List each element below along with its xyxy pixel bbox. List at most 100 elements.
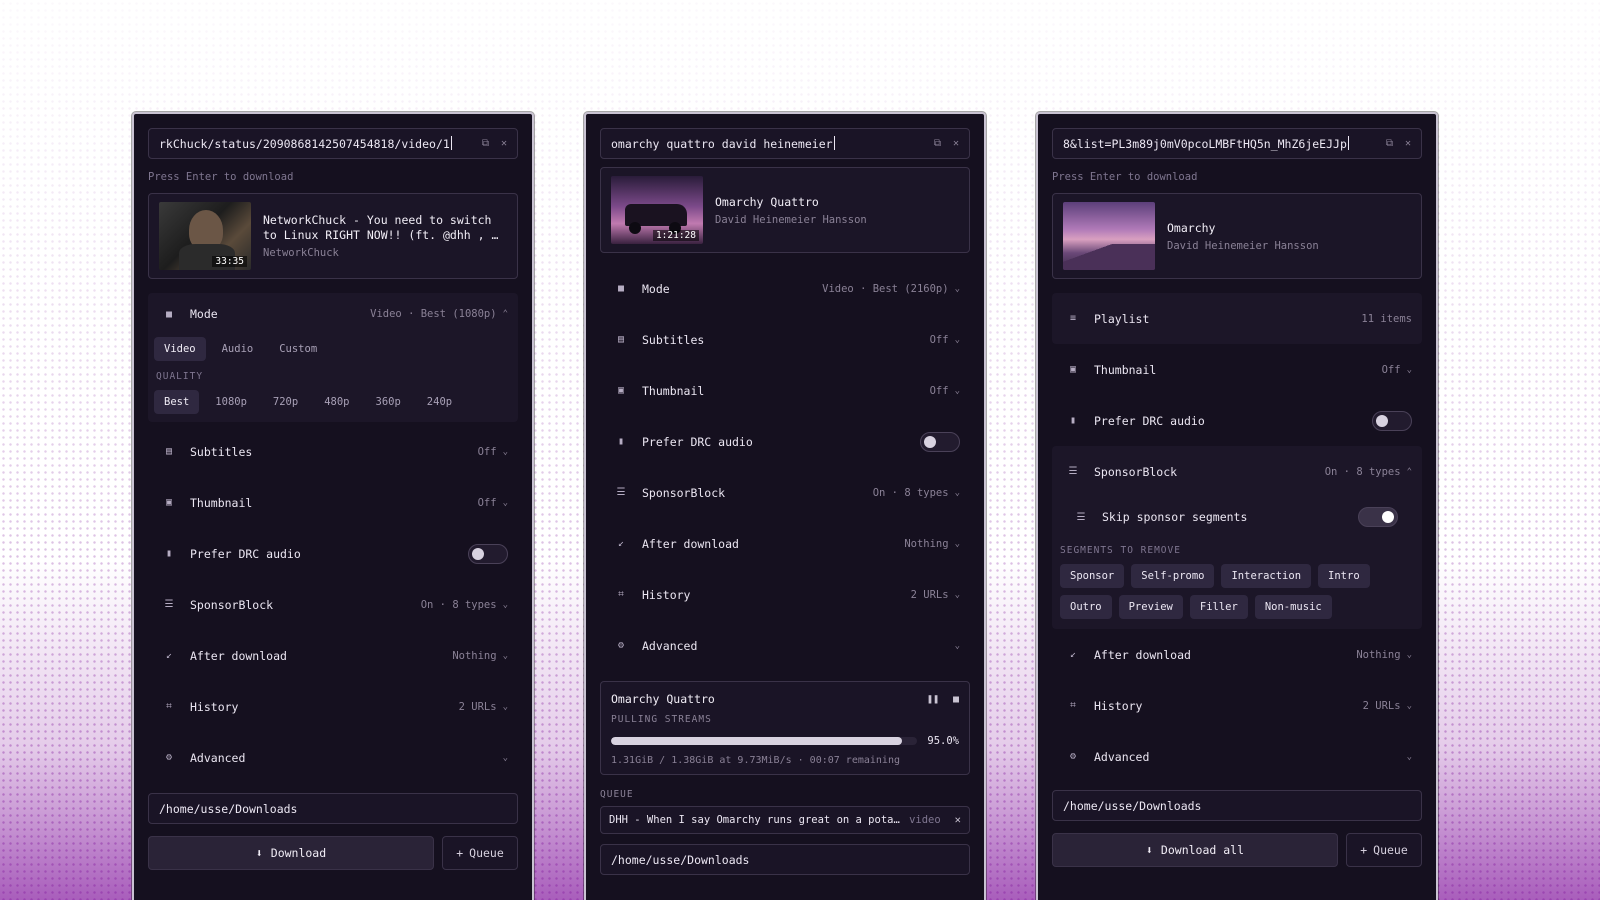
text-caret [1347, 136, 1349, 150]
download-panel-right: 8&list=PL3m89j0mV0pcoLMBFtHQ5n_MhZ6jeEJJ… [1036, 112, 1438, 900]
quality-240p[interactable]: 240p [417, 390, 462, 414]
subtitles-row[interactable]: ▤ Subtitles Off ⌄ [148, 426, 518, 477]
playlist-row[interactable]: ≡ Playlist 11 items [1052, 293, 1422, 344]
chevron-down-icon: ⌄ [954, 487, 960, 498]
plus-icon: + [456, 846, 464, 860]
media-card[interactable]: 1:21:28 Omarchy Quattro David Heinemeier… [600, 167, 970, 253]
subtitles-label: Subtitles [190, 444, 253, 459]
quality-best[interactable]: Best [154, 390, 200, 414]
sponsorblock-row[interactable]: ☰ SponsorBlock On · 8 types ⌄ [600, 467, 970, 518]
pause-icon[interactable]: ❚❚ [927, 694, 939, 705]
media-card[interactable]: 33:35 NetworkChuck - You need to switch … [148, 193, 518, 279]
search-input[interactable]: omarchy quattro david heinemeier ⧉ ✕ [600, 128, 970, 159]
subtitles-label: Subtitles [642, 332, 705, 347]
chip-non-music[interactable]: Non-music [1254, 595, 1332, 619]
image-icon: ▣ [617, 385, 625, 396]
close-icon[interactable]: ✕ [501, 138, 507, 149]
queue-button[interactable]: + Queue [1346, 833, 1422, 867]
toggle-knob [1382, 511, 1394, 523]
chip-self-promo[interactable]: Self-promo [1131, 564, 1215, 588]
thumbnail-row[interactable]: ▣ Thumbnail Off ⌄ [600, 365, 970, 416]
close-icon[interactable]: ✕ [1405, 138, 1411, 149]
drc-audio-toggle[interactable] [1372, 410, 1412, 431]
chip-filler[interactable]: Filler [1189, 595, 1248, 619]
queue-item[interactable]: DHH - When I say Omarchy runs great on a… [600, 806, 970, 834]
skip-segments-toggle[interactable] [1358, 507, 1398, 527]
drc-audio-label: Prefer DRC audio [190, 546, 301, 561]
progress-bar-fill [611, 737, 903, 745]
stop-icon[interactable]: ■ [953, 694, 959, 705]
chip-outro[interactable]: Outro [1060, 595, 1112, 619]
download-button-label: Download [270, 846, 327, 860]
chevron-down-icon: ⌄ [1406, 700, 1412, 711]
download-button[interactable]: ⬇ Download [148, 836, 434, 870]
list-icon: ☰ [164, 599, 174, 610]
sponsorblock-row[interactable]: ☰ SponsorBlock On · 8 types ⌄ [148, 579, 518, 630]
quality-720p[interactable]: 720p [263, 390, 308, 414]
thumbnail-row[interactable]: ▣ Thumbnail Off ⌄ [148, 477, 518, 528]
sponsorblock-value: On · 8 types [872, 486, 949, 499]
quality-360p[interactable]: 360p [366, 390, 411, 414]
history-row[interactable]: ⌗ History 2 URLs ⌄ [1052, 680, 1422, 731]
queue-button-label: Queue [1373, 843, 1408, 857]
chip-preview[interactable]: Preview [1118, 595, 1183, 619]
tab-audio[interactable]: Audio [212, 337, 264, 361]
gear-icon: ⚙ [1069, 751, 1077, 762]
video-thumbnail: 1:21:28 [611, 176, 703, 244]
thumbnail-row[interactable]: ▣ Thumbnail Off ⌄ [1052, 344, 1422, 395]
advanced-row[interactable]: ⚙ Advanced ⌄ [600, 620, 970, 671]
copy-icon[interactable]: ⧉ [1386, 138, 1393, 149]
history-label: History [1094, 698, 1143, 713]
sponsorblock-row[interactable]: ☰ SponsorBlock On · 8 types ⌃ [1052, 446, 1422, 497]
download-path-value: /home/usse/Downloads [611, 852, 750, 867]
download-all-button-label: Download all [1160, 843, 1245, 857]
quality-1080p[interactable]: 1080p [205, 390, 257, 414]
after-download-row[interactable]: ↙ After download Nothing ⌄ [1052, 629, 1422, 680]
tab-custom[interactable]: Custom [269, 337, 327, 361]
history-value: 2 URLs [1362, 699, 1401, 712]
gear-icon: ⚙ [165, 752, 173, 763]
chevron-down-icon: ⌄ [502, 497, 508, 508]
toggle-knob [1376, 414, 1388, 427]
history-row[interactable]: ⌗ History 2 URLs ⌄ [148, 681, 518, 732]
chip-interaction[interactable]: Interaction [1221, 564, 1312, 588]
after-download-label: After download [1094, 647, 1191, 662]
chevron-down-icon: ⌄ [502, 650, 508, 661]
close-icon[interactable]: ✕ [955, 814, 961, 826]
download-path-input[interactable]: /home/usse/Downloads [1052, 790, 1422, 821]
history-icon: ⌗ [1070, 700, 1076, 711]
download-path-input[interactable]: /home/usse/Downloads [148, 793, 518, 824]
history-row[interactable]: ⌗ History 2 URLs ⌄ [600, 569, 970, 620]
chip-intro[interactable]: Intro [1318, 564, 1370, 588]
channel-name: David Heinemeier Hansson [1167, 239, 1319, 252]
progress-status: PULLING STREAMS [611, 714, 712, 725]
url-input[interactable]: 8&list=PL3m89j0mV0pcoLMBFtHQ5n_MhZ6jeEJJ… [1052, 128, 1422, 159]
after-download-value: Nothing [1356, 648, 1401, 661]
close-icon[interactable]: ✕ [953, 138, 959, 149]
subtitles-row[interactable]: ▤ Subtitles Off ⌄ [600, 314, 970, 365]
enter-hint: Press Enter to download [1052, 171, 1198, 183]
tab-video[interactable]: Video [154, 337, 206, 361]
after-download-label: After download [190, 648, 287, 663]
download-path-input[interactable]: /home/usse/Downloads [600, 844, 970, 875]
mode-row[interactable]: ■ Mode Video · Best (2160p) ⌄ [600, 263, 970, 314]
list-icon: ☰ [616, 487, 626, 498]
chip-sponsor[interactable]: Sponsor [1060, 564, 1125, 588]
advanced-row[interactable]: ⚙ Advanced ⌄ [148, 732, 518, 783]
playlist-card[interactable]: Omarchy David Heinemeier Hansson [1052, 193, 1422, 279]
quality-480p[interactable]: 480p [314, 390, 359, 414]
url-input[interactable]: rkChuck/status/2090868142507454818/video… [148, 128, 518, 159]
drc-audio-toggle[interactable] [468, 543, 508, 564]
download-panel-left: rkChuck/status/2090868142507454818/video… [132, 112, 534, 900]
copy-icon[interactable]: ⧉ [934, 138, 941, 149]
after-download-row[interactable]: ↙ After download Nothing ⌄ [600, 518, 970, 569]
sponsorblock-value: On · 8 types [420, 598, 497, 611]
history-icon: ⌗ [618, 589, 624, 600]
after-download-row[interactable]: ↙ After download Nothing ⌄ [148, 630, 518, 681]
mode-row[interactable]: ■ Mode Video · Best (1080p) ⌃ [148, 293, 518, 335]
copy-icon[interactable]: ⧉ [482, 138, 489, 149]
drc-audio-toggle[interactable] [920, 431, 960, 452]
download-all-button[interactable]: ⬇ Download all [1052, 833, 1338, 867]
advanced-row[interactable]: ⚙ Advanced ⌄ [1052, 731, 1422, 782]
queue-button[interactable]: + Queue [442, 836, 518, 870]
